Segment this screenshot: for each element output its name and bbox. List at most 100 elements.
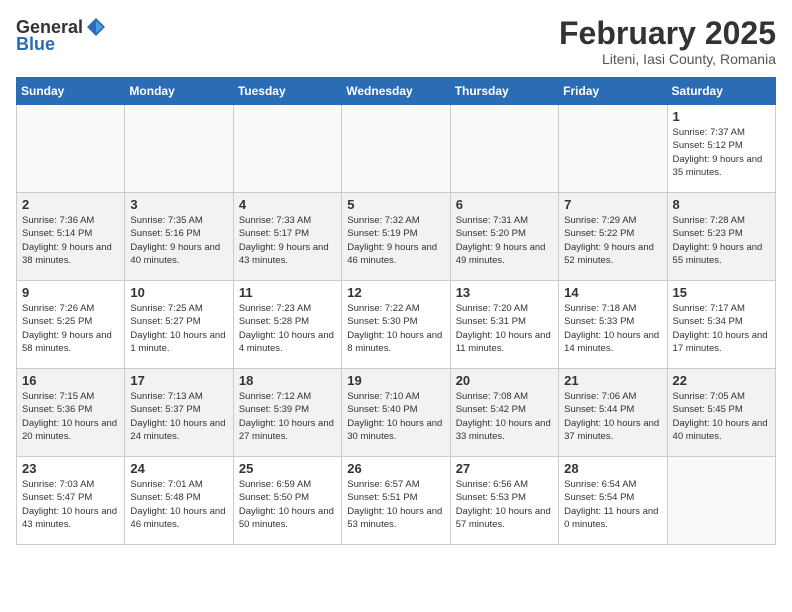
calendar-day-cell: 19 Sunrise: 7:10 AM Sunset: 5:40 PM Dayli…	[342, 369, 450, 457]
day-info: Sunrise: 6:59 AM Sunset: 5:50 PM Dayligh…	[239, 478, 336, 531]
day-number: 5	[347, 197, 444, 212]
calendar-week-row: 16 Sunrise: 7:15 AM Sunset: 5:36 PM Dayli…	[17, 369, 776, 457]
month-title: February 2025	[559, 16, 776, 51]
logo: General Blue	[16, 16, 107, 55]
day-number: 26	[347, 461, 444, 476]
calendar-day-cell: 21 Sunrise: 7:06 AM Sunset: 5:44 PM Dayli…	[559, 369, 667, 457]
calendar-day-cell: 18 Sunrise: 7:12 AM Sunset: 5:39 PM Dayli…	[233, 369, 341, 457]
day-info: Sunrise: 7:12 AM Sunset: 5:39 PM Dayligh…	[239, 390, 336, 443]
day-info: Sunrise: 7:22 AM Sunset: 5:30 PM Dayligh…	[347, 302, 444, 355]
day-number: 9	[22, 285, 119, 300]
day-number: 13	[456, 285, 553, 300]
calendar-day-cell	[559, 105, 667, 193]
day-info: Sunrise: 7:33 AM Sunset: 5:17 PM Dayligh…	[239, 214, 336, 267]
day-number: 23	[22, 461, 119, 476]
day-info: Sunrise: 7:18 AM Sunset: 5:33 PM Dayligh…	[564, 302, 661, 355]
day-number: 12	[347, 285, 444, 300]
day-info: Sunrise: 7:15 AM Sunset: 5:36 PM Dayligh…	[22, 390, 119, 443]
day-number: 4	[239, 197, 336, 212]
day-number: 15	[673, 285, 770, 300]
day-number: 22	[673, 373, 770, 388]
calendar-day-cell: 25Sunrise: 6:59 AM Sunset: 5:50 PM Dayli…	[233, 457, 341, 545]
day-info: Sunrise: 6:57 AM Sunset: 5:51 PM Dayligh…	[347, 478, 444, 531]
calendar-day-cell	[125, 105, 233, 193]
logo-icon	[85, 16, 107, 38]
day-number: 6	[456, 197, 553, 212]
day-info: Sunrise: 7:03 AM Sunset: 5:47 PM Dayligh…	[22, 478, 119, 531]
calendar-day-cell: 12 Sunrise: 7:22 AM Sunset: 5:30 PM Dayli…	[342, 281, 450, 369]
title-section: February 2025 Liteni, Iasi County, Roman…	[559, 16, 776, 67]
day-number: 1	[673, 109, 770, 124]
day-number: 14	[564, 285, 661, 300]
day-number: 17	[130, 373, 227, 388]
day-number: 8	[673, 197, 770, 212]
calendar-day-cell: 11 Sunrise: 7:23 AM Sunset: 5:28 PM Dayli…	[233, 281, 341, 369]
day-info: Sunrise: 6:56 AM Sunset: 5:53 PM Dayligh…	[456, 478, 553, 531]
location-subtitle: Liteni, Iasi County, Romania	[559, 51, 776, 67]
day-info: Sunrise: 7:37 AM Sunset: 5:12 PM Dayligh…	[673, 126, 770, 179]
calendar-day-cell: 7Sunrise: 7:29 AM Sunset: 5:22 PM Daylig…	[559, 193, 667, 281]
calendar-day-cell: 26 Sunrise: 6:57 AM Sunset: 5:51 PM Dayli…	[342, 457, 450, 545]
logo-blue-text: Blue	[16, 34, 55, 55]
calendar-day-cell: 10 Sunrise: 7:25 AM Sunset: 5:27 PM Dayli…	[125, 281, 233, 369]
calendar-table: SundayMondayTuesdayWednesdayThursdayFrid…	[16, 77, 776, 545]
day-number: 27	[456, 461, 553, 476]
day-info: Sunrise: 7:36 AM Sunset: 5:14 PM Dayligh…	[22, 214, 119, 267]
calendar-day-cell: 13 Sunrise: 7:20 AM Sunset: 5:31 PM Dayli…	[450, 281, 558, 369]
calendar-header-day: Monday	[125, 78, 233, 105]
calendar-week-row: 1 Sunrise: 7:37 AM Sunset: 5:12 PM Daylig…	[17, 105, 776, 193]
page-header: General Blue February 2025 Liteni, Iasi …	[16, 16, 776, 67]
day-info: Sunrise: 7:32 AM Sunset: 5:19 PM Dayligh…	[347, 214, 444, 267]
day-number: 16	[22, 373, 119, 388]
calendar-day-cell: 9Sunrise: 7:26 AM Sunset: 5:25 PM Daylig…	[17, 281, 125, 369]
calendar-day-cell: 20Sunrise: 7:08 AM Sunset: 5:42 PM Dayli…	[450, 369, 558, 457]
calendar-day-cell: 8 Sunrise: 7:28 AM Sunset: 5:23 PM Daylig…	[667, 193, 775, 281]
day-number: 11	[239, 285, 336, 300]
calendar-day-cell: 14 Sunrise: 7:18 AM Sunset: 5:33 PM Dayli…	[559, 281, 667, 369]
calendar-header-day: Tuesday	[233, 78, 341, 105]
calendar-day-cell	[17, 105, 125, 193]
calendar-day-cell: 22 Sunrise: 7:05 AM Sunset: 5:45 PM Dayli…	[667, 369, 775, 457]
day-number: 20	[456, 373, 553, 388]
day-number: 3	[130, 197, 227, 212]
day-number: 7	[564, 197, 661, 212]
calendar-day-cell	[450, 105, 558, 193]
calendar-day-cell: 23 Sunrise: 7:03 AM Sunset: 5:47 PM Dayli…	[17, 457, 125, 545]
day-number: 10	[130, 285, 227, 300]
calendar-day-cell: 16 Sunrise: 7:15 AM Sunset: 5:36 PM Dayli…	[17, 369, 125, 457]
calendar-day-cell	[233, 105, 341, 193]
calendar-week-row: 2 Sunrise: 7:36 AM Sunset: 5:14 PM Daylig…	[17, 193, 776, 281]
calendar-day-cell	[342, 105, 450, 193]
calendar-day-cell	[667, 457, 775, 545]
day-number: 18	[239, 373, 336, 388]
calendar-day-cell: 24 Sunrise: 7:01 AM Sunset: 5:48 PM Dayli…	[125, 457, 233, 545]
day-info: Sunrise: 7:25 AM Sunset: 5:27 PM Dayligh…	[130, 302, 227, 355]
day-info: Sunrise: 7:06 AM Sunset: 5:44 PM Dayligh…	[564, 390, 661, 443]
day-info: Sunrise: 7:05 AM Sunset: 5:45 PM Dayligh…	[673, 390, 770, 443]
day-number: 21	[564, 373, 661, 388]
calendar-day-cell: 1 Sunrise: 7:37 AM Sunset: 5:12 PM Daylig…	[667, 105, 775, 193]
calendar-header-row: SundayMondayTuesdayWednesdayThursdayFrid…	[17, 78, 776, 105]
calendar-header-day: Friday	[559, 78, 667, 105]
day-number: 28	[564, 461, 661, 476]
day-info: Sunrise: 7:17 AM Sunset: 5:34 PM Dayligh…	[673, 302, 770, 355]
day-info: Sunrise: 7:10 AM Sunset: 5:40 PM Dayligh…	[347, 390, 444, 443]
day-number: 2	[22, 197, 119, 212]
day-number: 24	[130, 461, 227, 476]
calendar-day-cell: 4 Sunrise: 7:33 AM Sunset: 5:17 PM Daylig…	[233, 193, 341, 281]
calendar-week-row: 23 Sunrise: 7:03 AM Sunset: 5:47 PM Dayli…	[17, 457, 776, 545]
day-number: 19	[347, 373, 444, 388]
calendar-header-day: Thursday	[450, 78, 558, 105]
calendar-day-cell: 27 Sunrise: 6:56 AM Sunset: 5:53 PM Dayli…	[450, 457, 558, 545]
day-info: Sunrise: 7:01 AM Sunset: 5:48 PM Dayligh…	[130, 478, 227, 531]
calendar-day-cell: 5 Sunrise: 7:32 AM Sunset: 5:19 PM Daylig…	[342, 193, 450, 281]
calendar-header-day: Sunday	[17, 78, 125, 105]
day-info: Sunrise: 7:23 AM Sunset: 5:28 PM Dayligh…	[239, 302, 336, 355]
calendar-day-cell: 15 Sunrise: 7:17 AM Sunset: 5:34 PM Dayli…	[667, 281, 775, 369]
day-info: Sunrise: 6:54 AM Sunset: 5:54 PM Dayligh…	[564, 478, 661, 531]
day-info: Sunrise: 7:35 AM Sunset: 5:16 PM Dayligh…	[130, 214, 227, 267]
day-info: Sunrise: 7:28 AM Sunset: 5:23 PM Dayligh…	[673, 214, 770, 267]
calendar-day-cell: 6Sunrise: 7:31 AM Sunset: 5:20 PM Daylig…	[450, 193, 558, 281]
day-info: Sunrise: 7:20 AM Sunset: 5:31 PM Dayligh…	[456, 302, 553, 355]
calendar-day-cell: 3 Sunrise: 7:35 AM Sunset: 5:16 PM Daylig…	[125, 193, 233, 281]
